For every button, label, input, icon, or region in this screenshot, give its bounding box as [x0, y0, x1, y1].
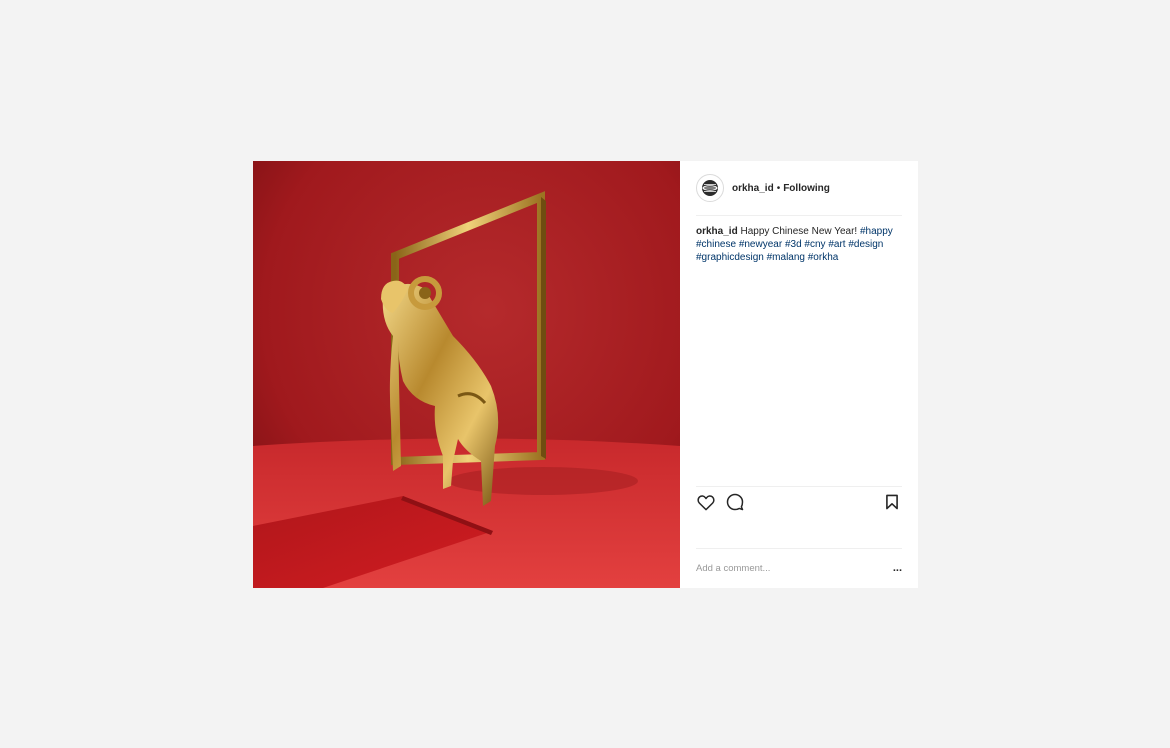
more-options-button[interactable]: ... — [893, 563, 902, 574]
comment-divider — [696, 548, 902, 549]
username-link[interactable]: orkha_id — [732, 183, 774, 194]
comment-button[interactable] — [725, 492, 745, 512]
separator-dot: • — [776, 182, 781, 194]
post-card: orkha_id • Following orkha_id Happy Chin… — [253, 161, 918, 588]
speech-bubble-icon — [726, 493, 744, 511]
hashtag-link[interactable]: #malang — [767, 252, 805, 263]
post-image[interactable] — [253, 161, 680, 588]
hashtag-link[interactable]: #cny — [804, 239, 825, 250]
post-actions — [696, 492, 902, 512]
following-button[interactable]: Following — [783, 183, 830, 194]
avatar[interactable] — [696, 174, 724, 202]
header-text: orkha_id • Following — [732, 183, 830, 194]
comment-row: ... — [696, 559, 902, 577]
post-caption: orkha_id Happy Chinese New Year! #happy … — [696, 225, 902, 264]
caption-username-link[interactable]: orkha_id — [696, 226, 738, 237]
like-button[interactable] — [696, 492, 716, 512]
hashtag-link[interactable]: #happy — [860, 226, 893, 237]
header-divider — [696, 215, 902, 216]
golden-ram-artwork — [253, 161, 680, 588]
heart-outline-icon — [697, 494, 715, 510]
hashtag-link[interactable]: #newyear — [739, 239, 782, 250]
post-sidebar: orkha_id • Following orkha_id Happy Chin… — [680, 161, 918, 588]
hashtag-link[interactable]: #art — [828, 239, 845, 250]
save-button[interactable] — [882, 492, 902, 512]
comment-input[interactable] — [696, 562, 893, 574]
post-header: orkha_id • Following — [696, 173, 902, 203]
actions-divider — [696, 486, 902, 487]
caption-text: Happy Chinese New Year! — [740, 226, 858, 237]
globe-logo-icon — [702, 180, 718, 196]
bookmark-outline-icon — [886, 494, 898, 510]
hashtag-link[interactable]: #orkha — [808, 252, 839, 263]
hashtag-link[interactable]: #chinese — [696, 239, 736, 250]
hashtag-link[interactable]: #design — [848, 239, 883, 250]
hashtag-link[interactable]: #graphicdesign — [696, 252, 764, 263]
hashtag-link[interactable]: #3d — [785, 239, 802, 250]
